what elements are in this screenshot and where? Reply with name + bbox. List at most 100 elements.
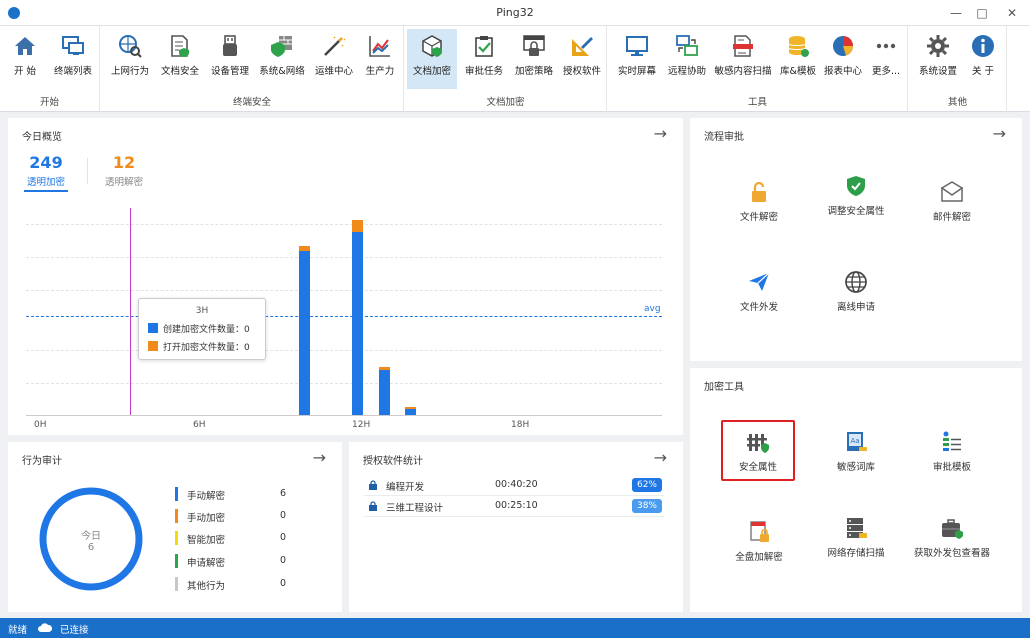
tile-full-disk-encrypt[interactable]: 全盘加解密	[719, 520, 799, 564]
authorized-software-button[interactable]: 授权软件	[559, 29, 605, 89]
tile-security-attribute[interactable]: 安全属性	[718, 430, 798, 474]
about-button[interactable]: 关 于	[965, 29, 1001, 89]
maximize-icon[interactable]: □	[972, 4, 992, 22]
stat-transparent-decrypt[interactable]: 12 透明解密	[100, 153, 148, 188]
remote-assist-button[interactable]: 远程协助	[664, 29, 710, 89]
x-axis	[26, 415, 662, 416]
approval-card: 流程审批 →	[690, 118, 1022, 361]
more-dots-icon	[876, 43, 896, 49]
approval-template-icon	[943, 431, 961, 451]
arrow-right-icon[interactable]: →	[993, 124, 1006, 143]
approval-title: 流程审批	[704, 132, 744, 143]
gear-icon	[927, 35, 949, 57]
avg-label: avg	[644, 304, 661, 315]
terminal-list-button[interactable]: 终端列表	[50, 29, 96, 89]
database-icon	[788, 36, 809, 57]
tile-network-storage-scan[interactable]: 网络存储扫描	[816, 516, 896, 560]
document-encryption-button[interactable]: 文档加密	[407, 29, 457, 89]
globe-icon	[845, 271, 867, 293]
audit-title: 行为审计	[22, 456, 62, 467]
sensitive-scan-icon	[733, 35, 753, 57]
magic-wand-icon	[324, 36, 346, 56]
chart-bar[interactable]	[352, 219, 363, 415]
device-management-button[interactable]: 设备管理	[207, 29, 253, 89]
chart-bar[interactable]	[378, 366, 390, 415]
home-icon	[15, 37, 35, 55]
arrow-right-icon[interactable]: →	[654, 448, 667, 467]
network-storage-icon	[847, 518, 867, 538]
document-security-button[interactable]: 文档安全	[157, 29, 203, 89]
document-shield-icon	[171, 35, 189, 57]
svg-text:Aa: Aa	[851, 437, 860, 445]
hover-cursor-line	[129, 208, 131, 415]
avg-line	[26, 316, 662, 318]
stat-divider	[87, 158, 88, 184]
minimize-icon[interactable]: —	[946, 4, 966, 22]
monitor-icon	[626, 36, 648, 56]
connection-status: 已连接	[60, 625, 89, 636]
close-icon[interactable]: ✕	[1002, 4, 1022, 22]
shield-check-icon	[847, 176, 865, 196]
software-row[interactable]: 编程开发 00:40:20 62%	[364, 476, 664, 496]
active-stat-underline	[24, 190, 68, 192]
grid-line	[26, 257, 662, 258]
productivity-button[interactable]: 生产力	[361, 29, 399, 89]
software-title: 授权软件统计	[363, 456, 423, 467]
send-icon	[749, 272, 770, 291]
home-button[interactable]: 开 始	[6, 29, 44, 89]
tile-outbound-viewer[interactable]: 获取外发包查看器	[912, 516, 992, 560]
donut-label: 今日	[81, 531, 101, 542]
library-template-button[interactable]: 库&模板	[778, 29, 818, 89]
arrow-right-icon[interactable]: →	[654, 124, 667, 143]
grid-line	[26, 290, 662, 291]
ribbon-group-other: 系统设置 关 于 其他	[909, 26, 1007, 112]
web-behavior-button[interactable]: 上网行为	[107, 29, 153, 89]
tooltip-row-opened: 打开加密文件数量：0	[148, 340, 250, 353]
unlock-icon	[752, 181, 766, 202]
security-attribute-icon	[747, 434, 769, 453]
approval-task-button[interactable]: 审批任务	[461, 29, 507, 89]
tile-mail-decrypt[interactable]: 邮件解密	[912, 180, 992, 224]
ribbon-group-tools: 实时屏幕 远程协助 敏感内容扫描 库&模板 报表中心 更多... 工具	[608, 26, 908, 112]
tile-sensitive-dictionary[interactable]: Aa 敏感词库	[816, 430, 896, 474]
chart-bar-segment	[405, 407, 416, 410]
tile-file-send[interactable]: 文件外发	[719, 270, 799, 314]
more-button[interactable]: 更多...	[868, 29, 904, 89]
web-behavior-icon	[119, 35, 142, 58]
tools-title: 加密工具	[704, 382, 744, 393]
encryption-policy-button[interactable]: 加密策略	[511, 29, 557, 89]
tile-approval-template[interactable]: 审批模板	[912, 430, 992, 474]
lock-icon	[369, 501, 377, 511]
chart-bar[interactable]	[299, 246, 310, 415]
sensitive-dictionary-icon: Aa	[847, 432, 867, 451]
usb-device-icon	[223, 35, 237, 56]
ruler-pencil-icon	[572, 37, 593, 56]
grid-line	[26, 350, 662, 351]
system-settings-button[interactable]: 系统设置	[915, 29, 961, 89]
ops-center-button[interactable]: 运维中心	[311, 29, 357, 89]
tile-adjust-security[interactable]: 调整安全属性	[816, 174, 896, 218]
status-text: 就绪	[8, 625, 28, 636]
system-network-button[interactable]: 系统&网络	[257, 29, 307, 89]
title-bar: Ping32 — □ ✕	[0, 0, 1030, 26]
chart-bar[interactable]	[405, 407, 416, 415]
lock-icon	[369, 480, 377, 490]
stat-transparent-encrypt[interactable]: 249 透明加密	[22, 153, 70, 192]
realtime-screen-button[interactable]: 实时屏幕	[614, 29, 660, 89]
clipboard-check-icon	[475, 36, 493, 57]
arrow-right-icon[interactable]: →	[313, 448, 326, 467]
donut-value: 6	[87, 542, 95, 553]
tile-offline-request[interactable]: 离线申请	[816, 270, 896, 314]
overview-title: 今日概览	[22, 132, 62, 143]
tile-file-decrypt[interactable]: 文件解密	[719, 180, 799, 224]
firewall-shield-icon	[271, 36, 292, 57]
report-center-button[interactable]: 报表中心	[822, 29, 864, 89]
mail-icon	[940, 181, 964, 202]
info-icon	[972, 35, 994, 57]
chart-bar-segment	[299, 246, 310, 252]
sensitive-scan-button[interactable]: 敏感内容扫描	[712, 29, 774, 89]
terminal-list-icon	[62, 36, 84, 55]
encrypted-box-icon	[422, 35, 442, 57]
pie-chart-icon	[833, 36, 853, 56]
software-row[interactable]: 三维工程设计 00:25:10 38%	[364, 497, 664, 517]
